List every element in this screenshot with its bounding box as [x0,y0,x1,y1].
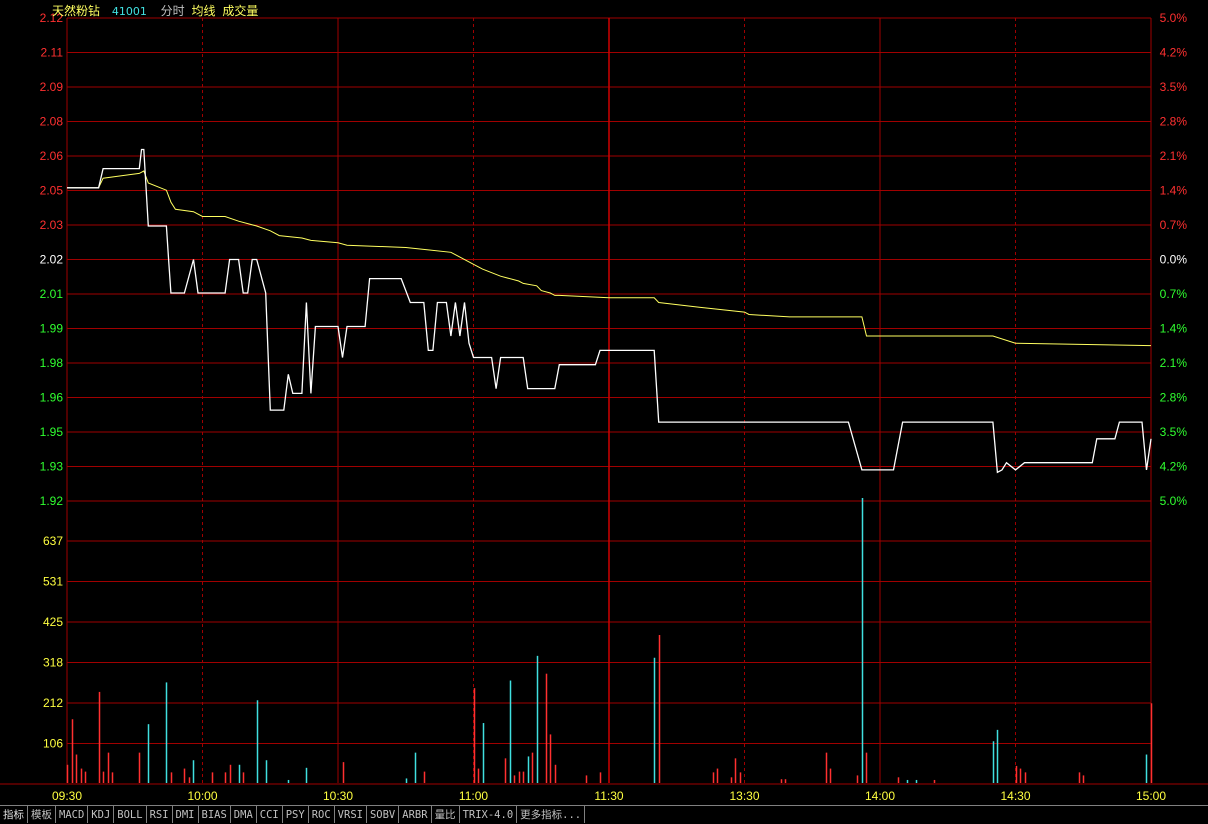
stock-name: 天然粉钻 [52,4,101,18]
indicator-tab[interactable]: KDJ [88,806,115,823]
percent-axis: 5.0% 4.2% 3.5% 2.8% 2.1% 1.4% 0.7% 0.0% 0.7% 1.4%… [1160,11,1188,508]
price-tick-label: 2.05 [40,184,64,198]
indicator-tab[interactable]: BIAS [199,806,231,823]
label-volume: 成交量 [222,4,259,18]
price-tick-label: 1.96 [40,391,64,405]
indicator-tab[interactable]: 量比 [432,806,460,823]
price-tick-label: 1.98 [40,356,64,370]
price-tick-label: 1.99 [40,322,64,336]
indicator-tab-bar: 指标 模板 MACD KDJ BOLL RSI DMI BIAS DMA CCI PSY ROC VRS… [0,805,1208,824]
time-tick-label: 14:00 [865,789,895,803]
header-bar: 天然粉钻 41001 分时 均线 成交量 [52,2,258,19]
time-tick-label: 14:30 [1000,789,1030,803]
price-tick-label: 2.03 [40,218,64,232]
time-tick-label: 09:30 [52,789,82,803]
price-tick-label: 2.06 [40,149,64,163]
percent-tick-label: 4.2% [1160,46,1188,60]
percent-tick-label: 2.8% [1160,391,1188,405]
percent-tick-label: 0.7% [1160,218,1188,232]
time-axis: 09:30 10:00 10:30 11:00 11:30 13:30 14:00 14:30… [52,789,1166,803]
indicator-tab[interactable]: ROC [309,806,335,823]
volume-tick-label: 425 [43,615,63,629]
percent-tick-label: 3.5% [1160,425,1188,439]
time-tick-label: 13:30 [729,789,759,803]
indicator-tab[interactable]: MACD [56,806,89,823]
percent-tick-label: 1.4% [1160,184,1188,198]
volume-tick-label: 106 [43,737,63,751]
indicator-tab[interactable]: ARBR [399,806,432,823]
price-tick-label: 1.95 [40,425,64,439]
percent-tick-label: 3.5% [1160,80,1188,94]
percent-tick-label: 1.4% [1160,322,1188,336]
indicator-tab[interactable]: 指标 [0,806,28,823]
indicator-tab[interactable]: 模板 [28,806,56,823]
indicator-tab[interactable]: PSY [283,806,309,823]
percent-tick-label: 5.0% [1160,11,1188,25]
indicator-tab[interactable]: SOBV [367,806,400,823]
stock-code: 41001 [111,5,147,18]
price-tick-label: 2.02 [40,253,64,267]
price-tick-label: 1.93 [40,460,64,474]
price-tick-label: 2.01 [40,287,64,301]
price-tick-label: 2.08 [40,115,64,129]
volume-tick-label: 318 [43,656,63,670]
indicator-tab[interactable]: BOLL [114,806,147,823]
label-fenshi: 分时 [160,4,185,18]
time-tick-label: 10:30 [323,789,353,803]
indicator-tab[interactable]: TRIX-4.0 [460,806,518,823]
percent-tick-label: 4.2% [1160,460,1188,474]
volume-axis: 637 531 425 318 212 106 [43,534,63,751]
indicator-tab[interactable]: DMA [231,806,257,823]
volume-tick-label: 637 [43,534,63,548]
time-tick-label: 15:00 [1136,789,1166,803]
price-axis: 2.122.112.092.082.062.052.032.022.011.99… [40,11,64,508]
indicator-tab[interactable]: DMI [173,806,199,823]
time-tick-label: 11:30 [594,789,623,803]
indicator-tab[interactable]: 更多指标... [517,806,586,823]
volume-tick-label: 531 [43,575,63,589]
label-avg-line: 均线 [191,4,216,18]
grid-layer [0,17,1208,785]
price-tick-label: 2.09 [40,80,64,94]
percent-tick-label: 0.7% [1160,287,1188,301]
price-tick-label: 1.92 [40,494,64,508]
percent-tick-label: 2.1% [1160,356,1188,370]
indicator-tab[interactable]: RSI [147,806,173,823]
indicator-tab[interactable]: VRSI [335,806,367,823]
percent-tick-label: 0.0% [1160,253,1188,267]
percent-tick-label: 2.8% [1160,115,1188,129]
time-tick-label: 11:00 [459,789,488,803]
intraday-chart[interactable]: 2.122.112.092.082.062.052.032.022.011.99… [0,0,1208,805]
percent-tick-label: 5.0% [1160,494,1188,508]
price-tick-label: 2.11 [41,46,64,60]
time-tick-label: 10:00 [187,789,217,803]
volume-tick-label: 212 [43,696,63,710]
percent-tick-label: 2.1% [1160,149,1188,163]
indicator-tab[interactable]: CCI [257,806,283,823]
